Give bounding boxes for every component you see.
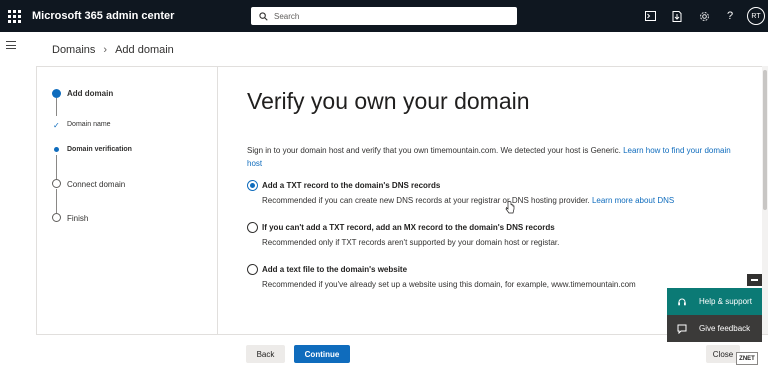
close-button[interactable]: Close [706,345,740,363]
option-subtitle: Recommended only if TXT records aren't s… [262,238,560,247]
step-domain-verification: Domain verification [67,146,132,153]
gear-icon[interactable] [696,8,712,24]
step-finish: Finish [67,214,89,223]
step-domain-name: Domain name [67,121,111,128]
app-title[interactable]: Microsoft 365 admin center [32,10,174,22]
learn-more-dns-link[interactable]: Learn more about DNS [592,196,674,205]
checkmark-icon: ✓ [53,121,60,130]
waffle-icon[interactable] [4,6,24,26]
step-connector [56,189,57,213]
watermark-logo: ZNET [736,352,758,365]
radio-txt-record[interactable] [247,180,258,191]
back-button[interactable]: Back [246,345,285,363]
help-support-button[interactable]: Help & support [667,288,762,315]
collapse-panel-button[interactable] [747,274,762,286]
step-dot-sub-current [54,147,59,152]
give-feedback-label: Give feedback [699,324,751,333]
radio-mx-record[interactable] [247,222,258,233]
search-input[interactable]: Search [251,7,517,25]
download-icon[interactable] [669,8,685,24]
avatar[interactable]: RT [747,7,765,25]
option-title: Add a TXT record to the domain's DNS rec… [262,181,441,190]
wizard-footer [36,334,768,369]
step-connect-domain: Connect domain [67,180,126,189]
option-title: Add a text file to the domain's website [262,265,408,274]
search-icon [259,11,268,21]
cursor-icon [505,201,515,217]
help-icon[interactable]: ? [722,8,738,24]
radio-text-file[interactable] [247,264,258,275]
wizard-steps-pane [36,67,218,334]
headset-icon [678,298,686,305]
step-add-domain: Add domain [67,89,114,98]
step-connector [56,155,57,179]
option-title: If you can't add a TXT record, add an MX… [262,223,555,232]
continue-button[interactable]: Continue [294,345,350,363]
scrollbar-thumb[interactable] [763,70,767,210]
terminal-icon[interactable] [642,8,658,24]
search-placeholder: Search [274,11,300,21]
option-subtitle: Recommended if you can create new DNS re… [262,196,674,205]
hamburger-icon[interactable] [6,41,16,49]
page-title: Verify you own your domain [247,88,530,114]
step-dot-pending [52,213,61,222]
chevron-right-icon: › [103,44,108,56]
breadcrumb-domains[interactable]: Domains [52,44,95,56]
give-feedback-button[interactable]: Give feedback [667,315,762,342]
page-description: Sign in to your domain host and verify t… [247,144,737,170]
feedback-icon [677,324,687,334]
breadcrumb-current: Add domain [115,44,174,56]
step-connector [56,98,57,116]
step-dot-current [52,89,61,98]
option-subtitle-text: Recommended if you can create new DNS re… [262,196,590,205]
option-subtitle: Recommended if you've already set up a w… [262,280,636,289]
description-text: Sign in to your domain host and verify t… [247,146,621,155]
help-support-label: Help & support [699,297,752,306]
breadcrumb: Domains › Add domain [52,44,174,56]
step-dot-pending [52,179,61,188]
